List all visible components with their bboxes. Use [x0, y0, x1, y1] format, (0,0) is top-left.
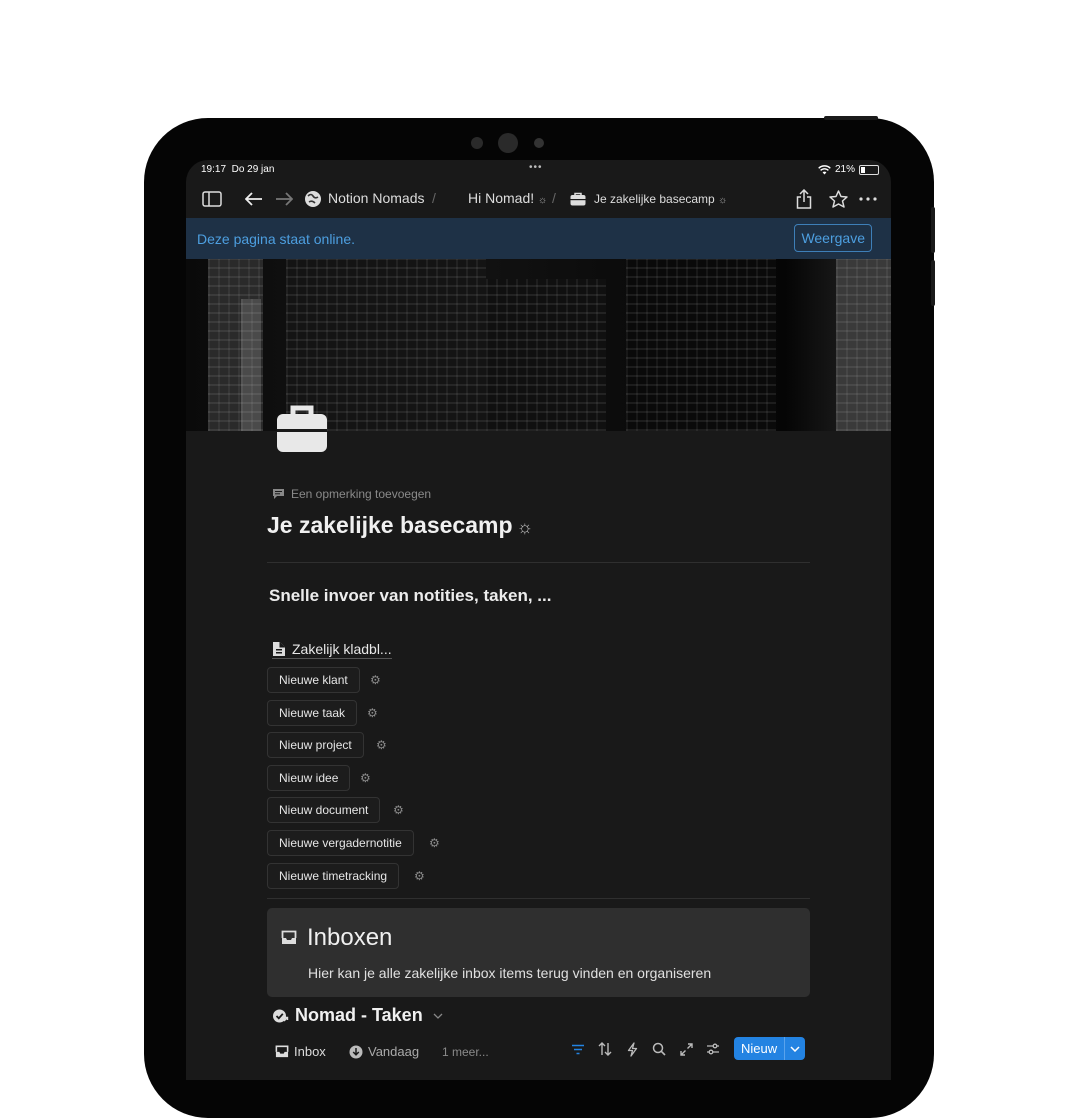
- front-camera: [498, 133, 518, 153]
- section-heading: Snelle invoer van notities, taken, ...: [269, 586, 552, 605]
- view-tab-label: Inbox: [294, 1044, 326, 1059]
- comment-icon: [273, 489, 284, 499]
- gear-icon[interactable]: ⚙: [376, 738, 387, 752]
- multitasking-dots[interactable]: •••: [529, 162, 543, 173]
- breadcrumb-current-page[interactable]: Je zakelijke basecamp ☼: [594, 192, 727, 206]
- database-title-text: Nomad - Taken: [295, 1005, 423, 1025]
- search-icon[interactable]: [649, 1038, 669, 1060]
- status-time-date: 19:17 Do 29 jan: [201, 164, 275, 175]
- cover-building: [241, 299, 261, 431]
- new-entry-button[interactable]: Nieuw: [734, 1037, 806, 1060]
- filter-icon[interactable]: [568, 1038, 588, 1060]
- template-button-new-client[interactable]: Nieuwe klant: [267, 667, 360, 693]
- inbox-tray-icon: [281, 930, 297, 950]
- cover-building: [626, 259, 776, 431]
- automation-bolt-icon[interactable]: [622, 1038, 642, 1060]
- expand-icon[interactable]: [676, 1038, 696, 1060]
- breadcrumb-workspace[interactable]: Notion Nomads: [328, 190, 425, 206]
- document-icon: [273, 642, 285, 656]
- back-arrow-icon[interactable]: [243, 188, 265, 210]
- cover-building: [836, 259, 891, 431]
- workspace-globe-icon: [302, 188, 324, 210]
- divider: [267, 898, 810, 899]
- template-button-new-meeting-note[interactable]: Nieuwe vergadernotitie: [267, 830, 414, 856]
- settings-sliders-icon[interactable]: [703, 1038, 723, 1060]
- gear-icon[interactable]: ⚙: [367, 706, 378, 720]
- template-button-new-document[interactable]: Nieuw document: [267, 797, 381, 823]
- screen: 19:17 Do 29 jan ••• 21% Notion Nomads / …: [186, 160, 891, 1080]
- gear-icon[interactable]: ⚙: [370, 673, 381, 687]
- cover-building: [486, 279, 606, 431]
- template-button-new-idea[interactable]: Nieuw idee: [267, 765, 351, 791]
- page-title[interactable]: Je zakelijke basecamp ☼: [267, 512, 533, 539]
- banner-text: Deze pagina staat online.: [197, 231, 355, 247]
- title-sparkle: ☼: [516, 517, 534, 537]
- view-tab-label: Vandaag: [368, 1044, 420, 1059]
- status-bar: 19:17 Do 29 jan ••• 21%: [186, 160, 891, 180]
- breadcrumb-hi-nomad[interactable]: Hi Nomad! ☼: [468, 190, 547, 206]
- divider: [267, 562, 810, 563]
- view-tab-today[interactable]: Vandaag: [349, 1044, 419, 1059]
- forward-arrow-icon[interactable]: [273, 188, 295, 210]
- briefcase-icon: [567, 188, 589, 210]
- new-entry-label[interactable]: Nieuw: [734, 1041, 784, 1056]
- gear-icon[interactable]: ⚙: [414, 869, 425, 883]
- inbox-tray-icon: [275, 1045, 289, 1058]
- inbox-callout: Inboxen Hier kan je alle zakelijke inbox…: [267, 908, 810, 997]
- template-button-new-timetracking[interactable]: Nieuwe timetracking: [267, 863, 400, 889]
- view-tab-inbox[interactable]: Inbox: [275, 1044, 326, 1059]
- share-icon[interactable]: [793, 188, 815, 210]
- volume-up-button: [931, 207, 935, 253]
- callout-description: Hier kan je alle zakelijke inbox items t…: [308, 965, 712, 981]
- chevron-down-icon[interactable]: [433, 1013, 443, 1019]
- battery-icon: [859, 164, 879, 175]
- sort-icon[interactable]: [595, 1038, 615, 1060]
- gear-icon[interactable]: ⚙: [393, 803, 404, 817]
- gear-icon[interactable]: ⚙: [429, 836, 440, 850]
- more-options-icon[interactable]: [857, 188, 879, 210]
- view-button[interactable]: Weergave: [794, 224, 872, 252]
- online-banner: Deze pagina staat online. Weergave: [186, 218, 891, 259]
- task-check-icon: [273, 1009, 289, 1022]
- battery-percentage: 21%: [834, 164, 855, 175]
- page-briefcase-icon[interactable]: [276, 404, 328, 454]
- gear-icon[interactable]: ⚙: [360, 771, 371, 785]
- volume-down-button: [931, 260, 935, 306]
- chevron-down-icon[interactable]: [784, 1037, 805, 1060]
- status-right: 21%: [818, 164, 879, 175]
- more-views[interactable]: 1 meer...: [442, 1045, 489, 1059]
- linked-page[interactable]: Zakelijk kladbl...: [272, 641, 392, 659]
- database-title[interactable]: Nomad - Taken: [272, 1005, 443, 1026]
- add-comment[interactable]: Een opmerking toevoegen: [272, 487, 431, 501]
- sidebar-toggle-icon[interactable]: [201, 188, 223, 210]
- database-toolbar: [568, 1038, 723, 1060]
- linked-page-title: Zakelijk kladbl...: [292, 641, 392, 657]
- download-circle-icon: [349, 1045, 363, 1058]
- wifi-icon: [818, 164, 831, 174]
- sensor: [471, 137, 483, 149]
- breadcrumb-separator: /: [552, 190, 556, 206]
- template-button-new-project[interactable]: Nieuw project: [267, 732, 364, 758]
- nav-bar: Notion Nomads / Hi Nomad! ☼ / Je zakelij…: [186, 184, 891, 216]
- template-button-new-task[interactable]: Nieuwe taak: [267, 700, 358, 726]
- top-button: [824, 116, 878, 120]
- light-sensor: [534, 138, 544, 148]
- add-comment-label: Een opmerking toevoegen: [291, 487, 432, 501]
- callout-title: Inboxen: [307, 924, 393, 951]
- breadcrumb-separator: /: [432, 190, 436, 206]
- star-icon[interactable]: [827, 188, 849, 210]
